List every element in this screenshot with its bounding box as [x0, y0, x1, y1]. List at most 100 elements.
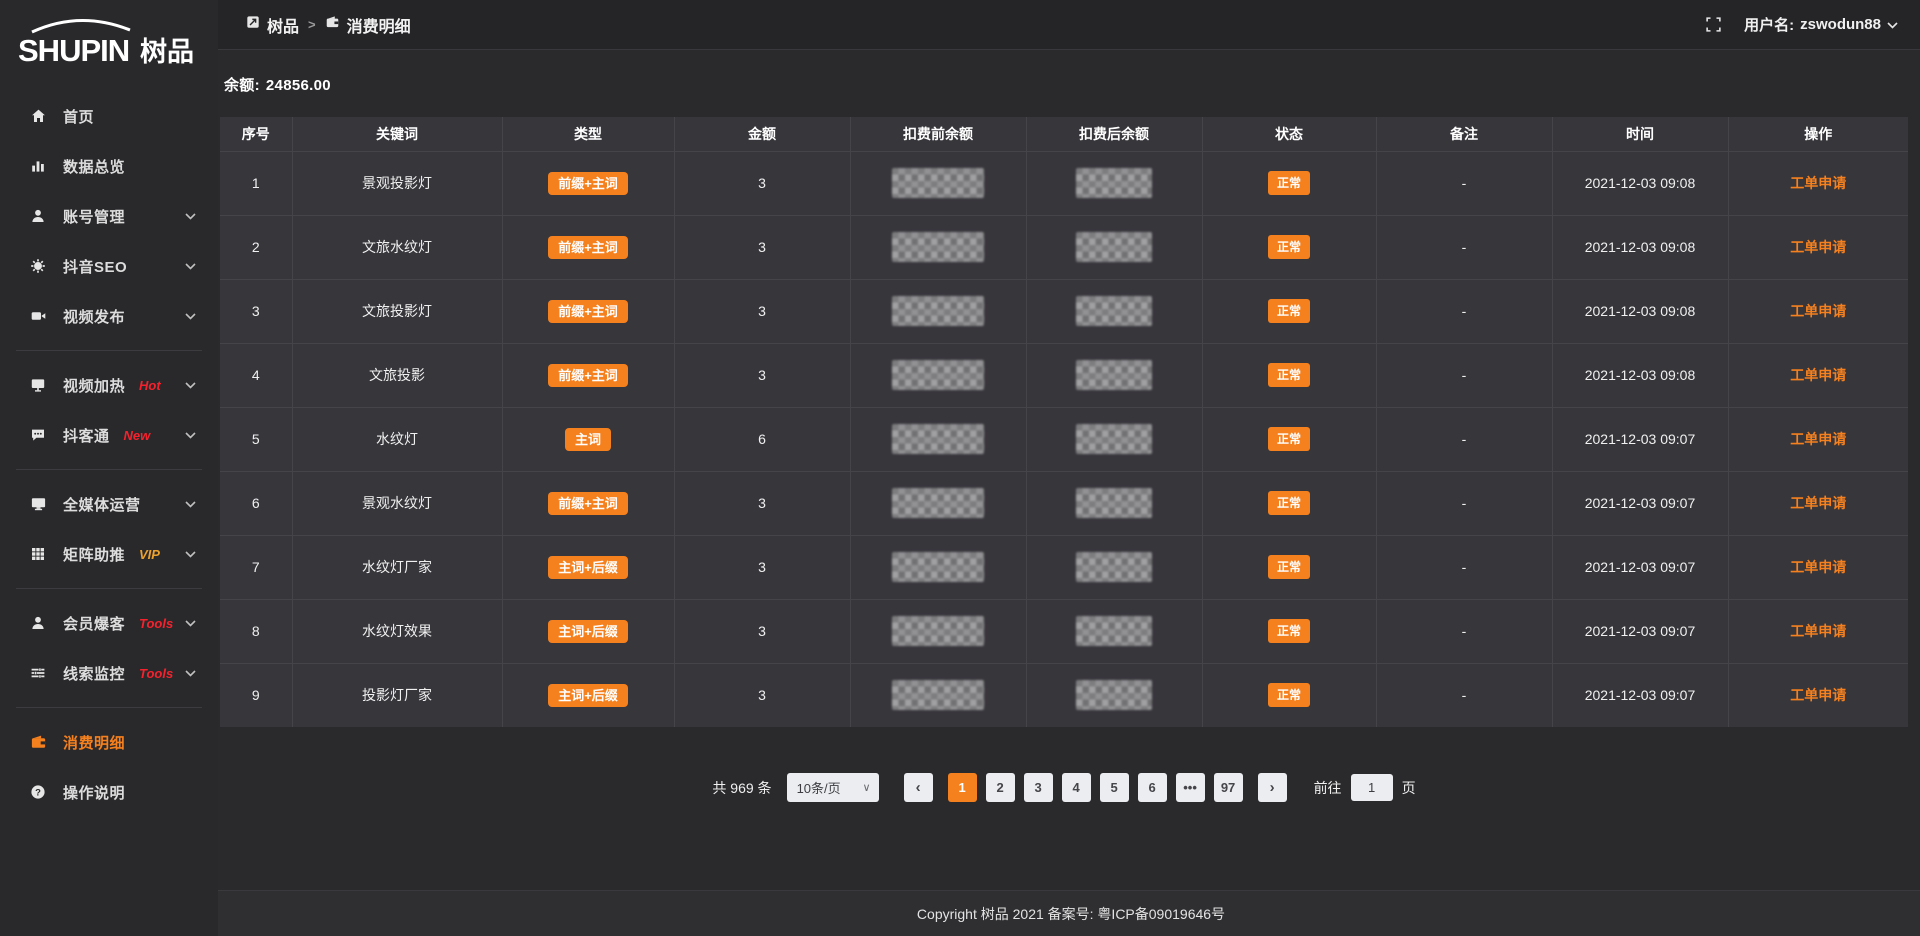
- sidebar-item-首页[interactable]: 首页: [0, 91, 218, 141]
- goto-page-input[interactable]: [1351, 774, 1393, 801]
- sidebar-item-label: 线索监控: [63, 663, 125, 684]
- cell-note: -: [1376, 343, 1552, 407]
- cell-time: 2021-12-03 09:08: [1552, 215, 1728, 279]
- cell-action: 工单申请: [1728, 279, 1908, 343]
- masked-value: [892, 360, 984, 390]
- breadcrumb-current[interactable]: 消费明细: [325, 13, 411, 37]
- sidebar-item-消费明细[interactable]: 消费明细: [0, 717, 218, 767]
- sidebar-item-badge: New: [124, 428, 151, 443]
- work-order-link[interactable]: 工单申请: [1790, 239, 1846, 255]
- brand-logo[interactable]: SHUPIN 树品: [0, 8, 218, 91]
- page-button-4[interactable]: 4: [1062, 773, 1091, 802]
- cell-type: 前缀+主词: [502, 215, 674, 279]
- user-icon: [28, 207, 48, 225]
- work-order-link[interactable]: 工单申请: [1790, 431, 1846, 447]
- cell-index: 2: [220, 215, 292, 279]
- cell-action: 工单申请: [1728, 407, 1908, 471]
- fullscreen-icon[interactable]: [1705, 16, 1722, 33]
- status-badge: 正常: [1268, 171, 1310, 195]
- cell-pre-balance: [850, 471, 1026, 535]
- cell-post-balance: [1026, 215, 1202, 279]
- status-badge: 正常: [1268, 491, 1310, 515]
- app-root: SHUPIN 树品 首页数据总览账号管理抖音SEO视频发布视频加热Hot抖客通N…: [0, 0, 1920, 936]
- cell-post-balance: [1026, 151, 1202, 215]
- sidebar-item-视频加热[interactable]: 视频加热Hot: [0, 360, 218, 410]
- work-order-link[interactable]: 工单申请: [1790, 687, 1846, 703]
- cell-pre-balance: [850, 343, 1026, 407]
- next-page-button[interactable]: ›: [1258, 773, 1287, 802]
- sidebar-item-会员爆客[interactable]: 会员爆客Tools: [0, 598, 218, 648]
- page-button-3[interactable]: 3: [1024, 773, 1053, 802]
- sliders-icon: [28, 664, 48, 682]
- page-button-2[interactable]: 2: [986, 773, 1015, 802]
- column-header-扣费前余额: 扣费前余额: [850, 117, 1026, 151]
- topbar-right: 用户名: zswodun88: [1705, 14, 1898, 35]
- copyright-text: Copyright 树品 2021 备案号: 粤ICP备09019646号: [917, 904, 1225, 924]
- cell-keyword: 文旅水纹灯: [292, 215, 502, 279]
- chevron-down-icon: [185, 213, 196, 220]
- chevron-down-icon: [185, 670, 196, 677]
- masked-value: [1076, 680, 1152, 710]
- sidebar-item-视频发布[interactable]: 视频发布: [0, 291, 218, 341]
- work-order-link[interactable]: 工单申请: [1790, 175, 1846, 191]
- status-badge: 正常: [1268, 363, 1310, 387]
- sidebar-item-label: 矩阵助推: [63, 544, 125, 565]
- page-size-select[interactable]: 10条/页 ∨: [787, 773, 879, 802]
- cell-type: 主词+后缀: [502, 663, 674, 727]
- sidebar-item-操作说明[interactable]: ?操作说明: [0, 767, 218, 817]
- sidebar-item-抖客通[interactable]: 抖客通New: [0, 410, 218, 460]
- work-order-link[interactable]: 工单申请: [1790, 367, 1846, 383]
- cell-note: -: [1376, 599, 1552, 663]
- chevron-down-icon: [185, 382, 196, 389]
- cell-note: -: [1376, 151, 1552, 215]
- page-button-1[interactable]: 1: [948, 773, 977, 802]
- goto-suffix: 页: [1402, 778, 1416, 798]
- work-order-link[interactable]: 工单申请: [1790, 495, 1846, 511]
- logo-cn-text: 树品: [140, 37, 194, 67]
- sidebar-item-全媒体运营[interactable]: 全媒体运营: [0, 479, 218, 529]
- cell-note: -: [1376, 279, 1552, 343]
- column-header-备注: 备注: [1376, 117, 1552, 151]
- prev-page-button[interactable]: ‹: [904, 773, 933, 802]
- cell-status: 正常: [1202, 471, 1376, 535]
- cell-type: 前缀+主词: [502, 151, 674, 215]
- sidebar-item-数据总览[interactable]: 数据总览: [0, 141, 218, 191]
- breadcrumb-home[interactable]: 树品: [246, 13, 299, 37]
- column-header-关键词: 关键词: [292, 117, 502, 151]
- dashboard-icon: [246, 15, 260, 34]
- home-icon: [28, 107, 48, 125]
- page-button-6[interactable]: 6: [1138, 773, 1167, 802]
- cell-action: 工单申请: [1728, 599, 1908, 663]
- page-button-5[interactable]: 5: [1100, 773, 1129, 802]
- table-row: 2文旅水纹灯前缀+主词3正常-2021-12-03 09:08工单申请: [220, 215, 1908, 279]
- goto-label: 前往: [1314, 778, 1342, 798]
- status-badge: 正常: [1268, 427, 1310, 451]
- work-order-link[interactable]: 工单申请: [1790, 623, 1846, 639]
- cell-keyword: 投影灯厂家: [292, 663, 502, 727]
- cell-amount: 3: [674, 663, 850, 727]
- chevron-down-icon: [185, 263, 196, 270]
- type-badge: 主词+后缀: [548, 684, 628, 707]
- display-icon: [28, 376, 48, 394]
- cell-post-balance: [1026, 663, 1202, 727]
- sidebar-item-账号管理[interactable]: 账号管理: [0, 191, 218, 241]
- work-order-link[interactable]: 工单申请: [1790, 303, 1846, 319]
- balance: 余额:24856.00: [220, 74, 1908, 95]
- column-header-操作: 操作: [1728, 117, 1908, 151]
- cell-post-balance: [1026, 343, 1202, 407]
- page-button-97[interactable]: 97: [1214, 773, 1243, 802]
- masked-value: [892, 296, 984, 326]
- wallet-icon: [28, 733, 48, 751]
- sidebar-item-矩阵助推[interactable]: 矩阵助推VIP: [0, 529, 218, 579]
- more-pages-button[interactable]: •••: [1176, 773, 1205, 802]
- cell-action: 工单申请: [1728, 535, 1908, 599]
- type-badge: 前缀+主词: [548, 300, 628, 323]
- cell-index: 6: [220, 471, 292, 535]
- sidebar-item-label: 首页: [63, 106, 94, 127]
- sidebar-item-线索监控[interactable]: 线索监控Tools: [0, 648, 218, 698]
- work-order-link[interactable]: 工单申请: [1790, 559, 1846, 575]
- cell-amount: 3: [674, 471, 850, 535]
- video-icon: [28, 307, 48, 325]
- user-menu[interactable]: 用户名: zswodun88: [1744, 14, 1898, 35]
- sidebar-item-抖音SEO[interactable]: 抖音SEO: [0, 241, 218, 291]
